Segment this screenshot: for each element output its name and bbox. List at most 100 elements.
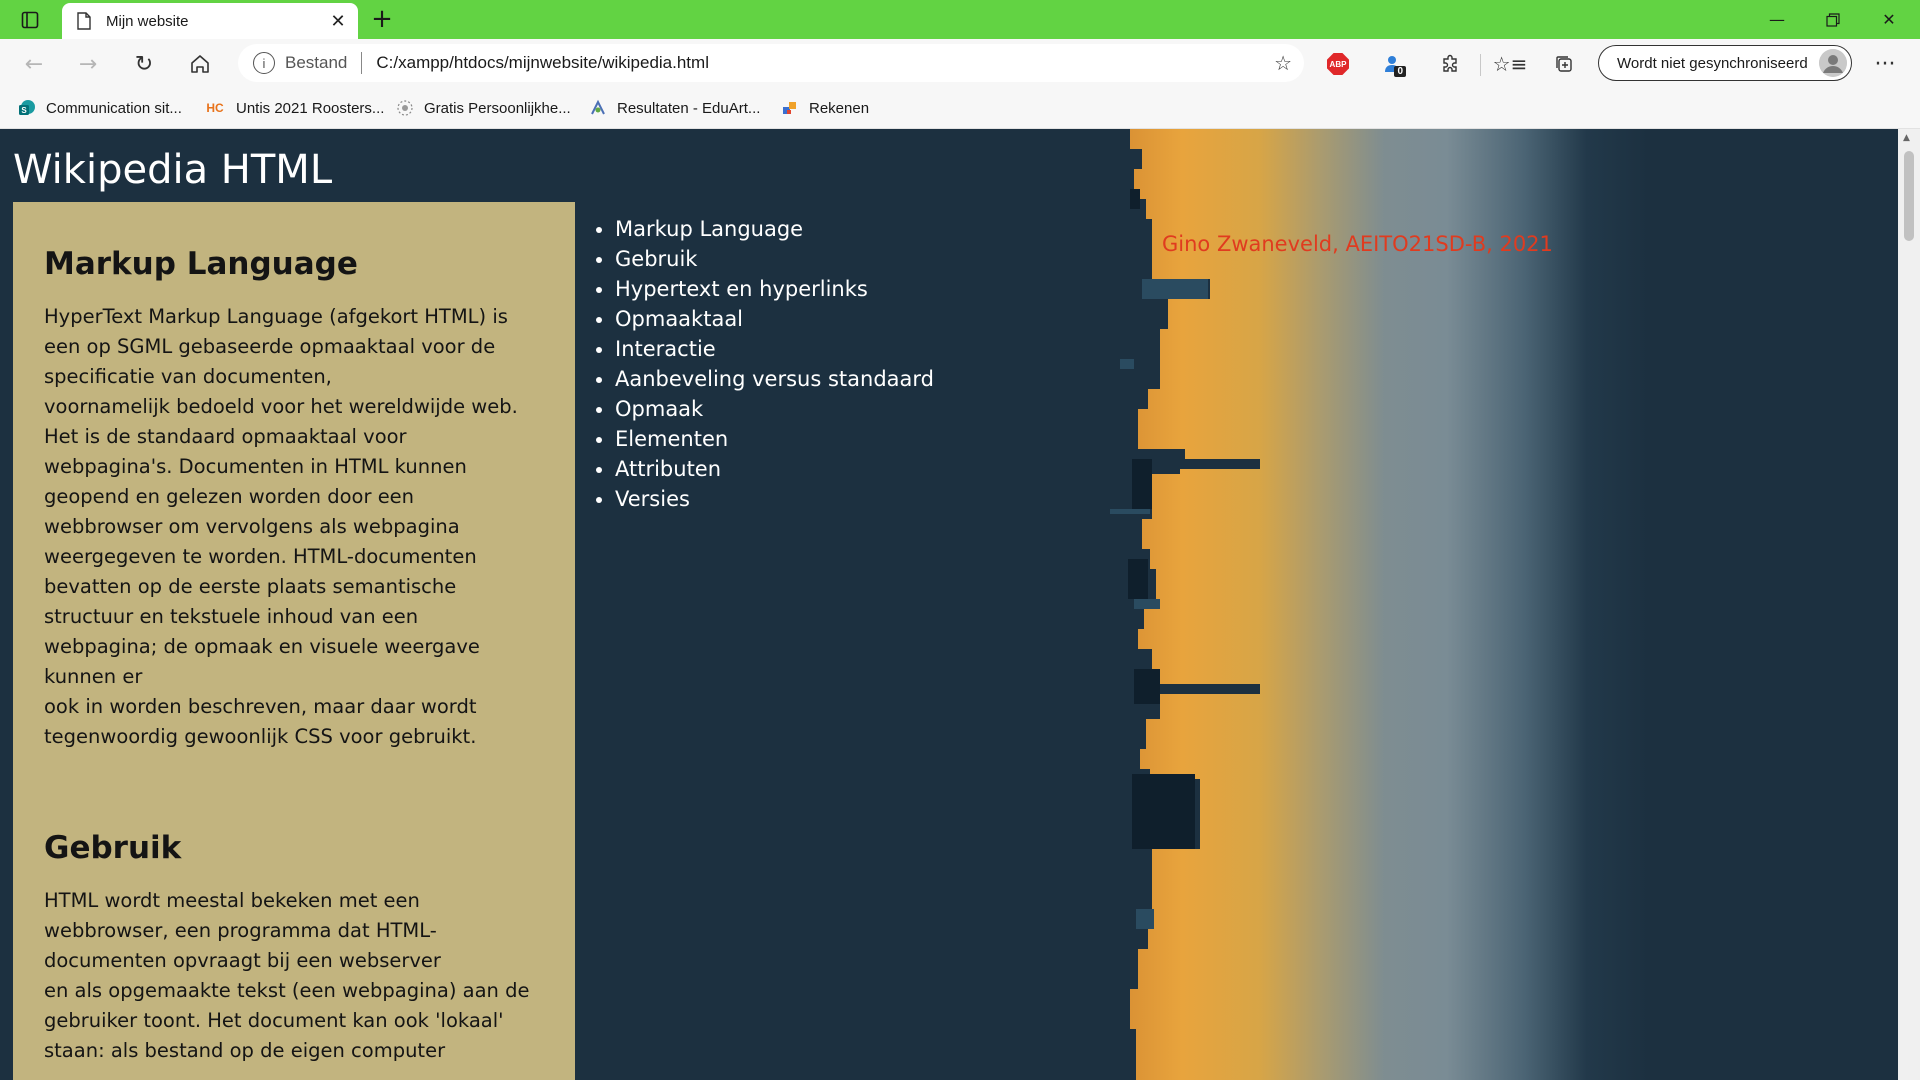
nav-item-gebruik[interactable]: Gebruik (615, 244, 934, 274)
paragraph-line: staan: als bestand op de eigen computer (44, 1039, 446, 1062)
scroll-up-icon[interactable]: ▲ (1903, 133, 1910, 143)
sharepoint-icon: S (18, 99, 36, 117)
hc-icon: HC (206, 101, 224, 115)
refresh-button[interactable]: ↻ (126, 47, 162, 81)
address-bar[interactable]: i Bestand C:/xampp/htdocs/mijnwebsite/wi… (238, 44, 1304, 82)
page-icon (76, 11, 92, 31)
refresh-icon: ↻ (134, 51, 154, 77)
nav-item-opmaaktaal[interactable]: Opmaaktaal (615, 304, 934, 334)
collections-icon (1556, 56, 1572, 72)
paragraph-line: bevatten op de eerste plaats semantische (44, 575, 457, 598)
more-options-button[interactable]: ··· (1868, 47, 1902, 81)
paragraph-line: webpagina; de opmaak en visuele weergave (44, 635, 480, 658)
paragraph-line: structuur en tekstuele inhoud van een (44, 605, 419, 628)
nav-item-aanbeveling[interactable]: Aanbeveling versus standaard (615, 364, 934, 394)
tab-actions-button[interactable] (8, 0, 52, 39)
arrow-left-icon: ← (24, 51, 44, 77)
page-viewport: Wikipedia HTML Markup Language HyperText… (0, 129, 1898, 1080)
adblock-extension-button[interactable]: ABP (1320, 47, 1356, 81)
extension-button[interactable]: 0 (1376, 47, 1412, 81)
section-gebruik: Gebruik HTML wordt meestal bekeken met e… (44, 752, 545, 1066)
scrollbar-thumb[interactable] (1904, 151, 1914, 241)
bookmark-label: Rekenen (809, 99, 870, 117)
bookmark-label: Untis 2021 Roosters... (236, 99, 385, 117)
close-window-button[interactable]: ✕ (1862, 0, 1916, 39)
section-paragraph: HyperText Markup Language (afgekort HTML… (44, 302, 545, 752)
bookmark-label: Communication sit... (46, 99, 182, 117)
paragraph-line: HyperText Markup Language (afgekort HTML… (44, 305, 508, 328)
favorites-button[interactable]: ☆≡ (1492, 47, 1528, 81)
favorites-icon: ☆≡ (1492, 52, 1528, 76)
section-markup-language: Markup Language HyperText Markup Languag… (44, 202, 545, 752)
extension-badge: 0 (1394, 66, 1406, 77)
paragraph-line: weergegeven te worden. HTML-documenten (44, 545, 477, 568)
back-button[interactable]: ← (16, 47, 52, 81)
paragraph-line: specificatie van documenten, (44, 365, 332, 388)
svg-text:S: S (21, 106, 27, 115)
tab-actions-icon (21, 11, 39, 28)
close-icon: ✕ (1882, 10, 1896, 29)
paragraph-line: gebruiker toont. Het document kan ook 'l… (44, 1009, 504, 1032)
info-icon[interactable]: i (253, 52, 275, 74)
paragraph-line: kunnen er (44, 665, 143, 688)
restore-button[interactable] (1806, 0, 1860, 39)
nav-item-attributen[interactable]: Attributen (615, 454, 934, 484)
section-heading: Gebruik (44, 830, 182, 866)
paragraph-line: ook in worden beschreven, maar daar word… (44, 695, 477, 718)
bookmark-label: Resultaten - EduArt... (617, 99, 761, 117)
nav-item-hypertext[interactable]: Hypertext en hyperlinks (615, 274, 934, 304)
nav-item-interactie[interactable]: Interactie (615, 334, 934, 364)
paragraph-line: webpagina's. Documenten in HTML kunnen (44, 455, 467, 478)
page-scrollbar[interactable]: ▲ (1898, 129, 1920, 1080)
profile-sync-button[interactable]: Wordt niet gesynchroniseerd (1598, 45, 1852, 81)
minimize-icon: — (1769, 10, 1785, 29)
author-credit: Gino Zwaneveld, AEITO21SD-B, 2021 (1162, 232, 1553, 256)
paragraph-line: documenten opvraagt bij een webserver (44, 949, 441, 972)
add-favorite-icon[interactable]: ☆ (1274, 51, 1292, 76)
collections-button[interactable] (1546, 47, 1582, 81)
browser-toolbar: ← → ↻ i Bestand C:/xampp/htdocs/mijnwebs… (0, 39, 1920, 89)
section-paragraph: HTML wordt meestal bekeken met een webbr… (44, 886, 545, 1066)
paragraph-line: voornamelijk bedoeld voor het wereldwijd… (44, 395, 518, 418)
address-separator (361, 52, 363, 74)
circle-dots-icon (396, 99, 414, 117)
paragraph-line: webbrowser, een programma dat HTML- (44, 919, 437, 942)
close-tab-icon[interactable]: ✕ (324, 7, 352, 35)
nav-item-opmaak[interactable]: Opmaak (615, 394, 934, 424)
section-nav-list: Markup Language Gebruik Hypertext en hyp… (585, 214, 934, 514)
paragraph-line: een op SGML gebaseerde opmaaktaal voor d… (44, 335, 496, 358)
tab-title: Mijn website (106, 12, 189, 30)
sync-status-label: Wordt niet gesynchroniseerd (1617, 54, 1808, 72)
bookmark-eduarte[interactable]: Resultaten - EduArt... (589, 99, 760, 117)
arrow-right-icon: → (78, 51, 98, 77)
nav-item-versies[interactable]: Versies (615, 484, 934, 514)
forward-button[interactable]: → (70, 47, 106, 81)
new-tab-button[interactable]: + (366, 3, 398, 35)
article-panel: Markup Language HyperText Markup Languag… (13, 202, 575, 1080)
rekenen-icon (781, 99, 799, 117)
bookmark-label: Gratis Persoonlijkhe... (424, 99, 571, 117)
nav-item-markup-language[interactable]: Markup Language (615, 214, 934, 244)
bookmark-untis[interactable]: HC Untis 2021 Roosters... (204, 99, 384, 117)
minimize-button[interactable]: — (1750, 0, 1804, 39)
toolbar-divider (1480, 54, 1481, 76)
city-skyline-silhouette (1090, 129, 1260, 1080)
bookmark-rekenen[interactable]: Rekenen (781, 99, 869, 117)
paragraph-line: en als opgemaakte tekst (een webpagina) … (44, 979, 530, 1002)
bookmark-communication[interactable]: S Communication sit... (18, 99, 182, 117)
extensions-button[interactable] (1432, 47, 1468, 81)
paragraph-line: Het is de standaard opmaaktaal voor (44, 425, 407, 448)
url-text[interactable]: C:/xampp/htdocs/mijnwebsite/wikipedia.ht… (376, 53, 1274, 73)
section-heading: Markup Language (44, 246, 358, 282)
tab-mijn-website[interactable]: Mijn website ✕ (62, 3, 358, 39)
paragraph-line: webbrowser om vervolgens als webpagina (44, 515, 460, 538)
nav-item-elementen[interactable]: Elementen (615, 424, 934, 454)
home-button[interactable] (182, 47, 218, 81)
security-label: Bestand (285, 53, 348, 72)
bookmarks-bar: S Communication sit... HC Untis 2021 Roo… (0, 89, 1920, 129)
avatar-icon (1819, 49, 1847, 77)
title-bar: Mijn website ✕ + — ✕ (0, 0, 1920, 39)
paragraph-line: HTML wordt meestal bekeken met een (44, 889, 420, 912)
bookmark-persoonlijkheid[interactable]: Gratis Persoonlijkhe... (396, 99, 571, 117)
more-icon: ··· (1874, 51, 1896, 77)
